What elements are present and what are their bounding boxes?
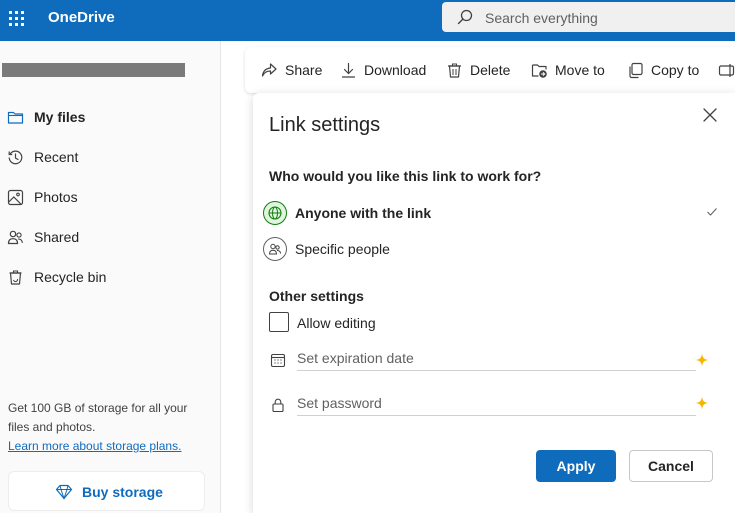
account-name-redacted bbox=[2, 63, 185, 77]
search-box[interactable]: Search everything bbox=[442, 2, 735, 32]
option-label: Specific people bbox=[295, 241, 390, 257]
sidebar-item-my-files[interactable]: My files bbox=[0, 97, 220, 137]
folder-icon bbox=[7, 111, 24, 124]
sidebar-item-photos[interactable]: Photos bbox=[0, 177, 220, 217]
sidebar-item-recent[interactable]: Recent bbox=[0, 137, 220, 177]
sidebar-item-label: Shared bbox=[34, 229, 80, 245]
recycle-bin-icon bbox=[9, 270, 22, 285]
checkmark-icon bbox=[707, 208, 717, 216]
share-label: Share bbox=[285, 62, 323, 78]
app-launcher-icon[interactable] bbox=[9, 11, 25, 27]
calendar-icon bbox=[270, 353, 286, 368]
download-button[interactable]: Download bbox=[340, 47, 430, 93]
expiration-date-input[interactable]: Set expiration date bbox=[297, 345, 696, 371]
audience-question: Who would you like this link to work for… bbox=[269, 168, 542, 184]
diamond-icon bbox=[55, 484, 73, 500]
buy-storage-label: Buy storage bbox=[82, 484, 163, 500]
password-input[interactable]: Set password bbox=[297, 390, 696, 416]
premium-sparkle-icon bbox=[695, 353, 709, 367]
sidebar: My files Recent Photos Shared Recycle bi… bbox=[0, 41, 221, 513]
move-folder-icon bbox=[531, 64, 547, 78]
sidebar-item-label: Recent bbox=[34, 149, 79, 165]
rename-icon bbox=[718, 64, 735, 77]
other-settings-heading: Other settings bbox=[269, 288, 364, 304]
copy-icon bbox=[629, 62, 643, 79]
dialog-title: Link settings bbox=[269, 114, 381, 136]
top-bar: OneDrive Search everything bbox=[0, 0, 735, 41]
copy-to-label: Copy to bbox=[651, 62, 700, 78]
allow-editing-checkbox[interactable] bbox=[269, 312, 289, 332]
option-label: Anyone with the link bbox=[295, 205, 432, 221]
link-settings-dialog: Link settings Who would you like this li… bbox=[253, 93, 735, 513]
sidebar-item-shared[interactable]: Shared bbox=[0, 217, 220, 257]
app-title[interactable]: OneDrive bbox=[48, 9, 115, 27]
move-to-button[interactable]: Move to bbox=[531, 47, 611, 93]
copy-to-button[interactable]: Copy to bbox=[627, 47, 707, 93]
image-icon bbox=[7, 189, 24, 206]
share-icon bbox=[261, 63, 277, 77]
delete-label: Delete bbox=[470, 62, 511, 78]
search-icon bbox=[457, 9, 473, 25]
search-placeholder[interactable]: Search everything bbox=[485, 10, 598, 26]
share-button[interactable]: Share bbox=[261, 47, 323, 93]
buy-storage-button[interactable]: Buy storage bbox=[8, 471, 205, 511]
command-bar: Share Download Delete Move to Copy to bbox=[245, 47, 735, 93]
close-icon[interactable] bbox=[702, 107, 718, 123]
globe-icon bbox=[263, 201, 287, 225]
people-icon bbox=[263, 237, 287, 261]
download-icon bbox=[341, 62, 356, 78]
lock-icon bbox=[272, 398, 284, 413]
download-label: Download bbox=[364, 62, 427, 78]
premium-sparkle-icon bbox=[695, 396, 709, 410]
trash-icon bbox=[448, 63, 461, 78]
delete-button[interactable]: Delete bbox=[446, 47, 514, 93]
storage-plans-link[interactable]: Learn more about storage plans. bbox=[8, 438, 181, 454]
apply-button[interactable]: Apply bbox=[536, 450, 616, 482]
history-icon bbox=[8, 150, 23, 165]
sidebar-item-recycle-bin[interactable]: Recycle bin bbox=[0, 257, 220, 297]
more-commands-button[interactable] bbox=[718, 47, 735, 93]
allow-editing-label[interactable]: Allow editing bbox=[297, 315, 376, 331]
password-placeholder: Set password bbox=[297, 395, 382, 411]
sidebar-item-label: Photos bbox=[34, 189, 78, 205]
storage-promo-text: Get 100 GB of storage for all your files… bbox=[8, 401, 188, 434]
sidebar-nav: My files Recent Photos Shared Recycle bi… bbox=[0, 97, 220, 297]
cancel-button[interactable]: Cancel bbox=[629, 450, 713, 482]
option-specific-people[interactable]: Specific people bbox=[261, 233, 721, 265]
option-anyone-with-link[interactable]: Anyone with the link bbox=[261, 197, 721, 229]
expiration-placeholder: Set expiration date bbox=[297, 350, 414, 366]
people-icon bbox=[7, 230, 23, 245]
move-to-label: Move to bbox=[555, 62, 605, 78]
sidebar-item-label: My files bbox=[34, 109, 86, 125]
sidebar-item-label: Recycle bin bbox=[34, 269, 107, 285]
